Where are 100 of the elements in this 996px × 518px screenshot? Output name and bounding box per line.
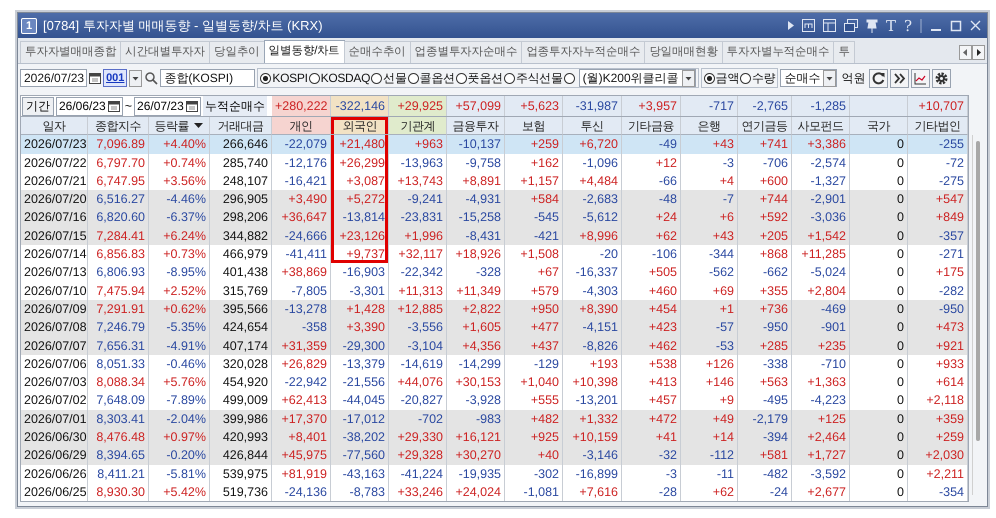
caret-icon[interactable] — [129, 70, 142, 86]
settings-icon[interactable] — [932, 68, 952, 88]
date-field[interactable]: 26/06/23 — [56, 96, 123, 116]
column-header[interactable]: 기타금융 — [622, 117, 681, 136]
table-row[interactable]: 2026/07/10 7,475.94 +2.52% 315,769 -7,805 -3,301 +11,313 +11,349 +579 -4,303 +460 +69 +355 +2,804 0 -282 — [21, 282, 968, 300]
date-field[interactable]: 26/07/23 — [134, 96, 201, 116]
toolbar-glyph-button[interactable]: ? — [904, 16, 912, 34]
total-value: -322,146 — [331, 96, 389, 116]
table-row[interactable]: 2026/07/15 7,284.41 +6.24% 344,882 -24,666 +23,126 +1,996 -8,431 -421 +8,996 +62 +43 +205 +1,542 0 -357 — [21, 226, 968, 246]
tab[interactable]: 투자자별누적순매수 — [722, 41, 834, 63]
table-cell: 8,930.30 — [88, 482, 149, 502]
table-row[interactable]: 2026/06/29 8,394.65 -0.20% 426,844 +45,975 -77,560 +29,328 +30,270 +40 -3,146 -32 -112 +581 +1,727 0 +2,030 — [21, 446, 968, 465]
scroll-left-icon[interactable] — [959, 45, 972, 60]
play-icon[interactable] — [788, 21, 794, 30]
column-header[interactable]: 일자 — [21, 117, 88, 136]
total-value: -31,987 — [563, 96, 622, 116]
column-header[interactable]: 개인 — [272, 117, 331, 136]
total-value: +29,925 — [389, 96, 447, 116]
column-header[interactable]: 등락률 — [149, 117, 210, 136]
column-header[interactable]: 거래대금 — [210, 117, 272, 136]
radio-button[interactable] — [504, 72, 515, 84]
table-row[interactable]: 2026/07/03 8,088.34 +5.76% 454,920 -22,942 -21,556 +44,076 +30,153 +1,040 +10,398 +413 +146 +563 +1,363 0 +614 — [21, 373, 968, 392]
tab[interactable]: 당일매매현황 — [644, 41, 723, 63]
window-icon[interactable] — [844, 19, 858, 32]
search-icon[interactable] — [144, 71, 158, 85]
table-row[interactable]: 2026/07/22 6,797.70 +0.74% 285,740 -12,176 +26,299 -13,963 -9,758 +162 -1,096 +12 -3 -706 -2,574 0 -72 — [21, 154, 968, 172]
tab[interactable]: 시간대별투자자 — [120, 41, 210, 63]
table-row[interactable]: 2026/07/14 6,856.83 +0.73% 466,979 -41,411 +9,737 +32,117 +18,926 +1,508 -20 -106 -344 +868 +11,285 0 -271 — [21, 245, 968, 264]
refresh-icon[interactable] — [869, 68, 888, 88]
caret-icon[interactable] — [823, 70, 836, 86]
date-field[interactable]: 2026/07/23 — [20, 69, 88, 87]
tab[interactable]: 업종별투자자순매수 — [410, 41, 522, 63]
radio-label: 콜옵션 — [420, 70, 455, 86]
dropdown[interactable]: 순매수 — [780, 69, 838, 87]
radio-button[interactable] — [308, 72, 320, 84]
total-value: -1,285 — [792, 96, 850, 116]
code-button[interactable]: 001 — [103, 69, 128, 87]
radio-button[interactable] — [371, 72, 382, 84]
chart-icon[interactable] — [911, 68, 930, 88]
table-row[interactable]: 2026/06/25 8,930.30 +5.42% 519,736 -24,136 -8,783 +33,246 +24,024 -1,081 +7,616 -28 +62 -24 +2,677 0 -354 — [21, 482, 968, 502]
table-row[interactable]: 2026/07/06 8,051.33 -0.46% 320,028 +26,829 -13,379 -14,619 -14,299 -129 +193 +538 +126 -338 -710 0 +933 — [21, 354, 968, 374]
calendar-icon[interactable] — [186, 100, 198, 112]
table-row[interactable]: 2026/07/13 6,806.93 -8.95% 401,438 +38,869 -16,903 -22,342 -328 +67 -16,337 +505 -562 -662 -5,024 0 +175 — [21, 263, 968, 282]
maximize-icon[interactable] — [950, 20, 962, 32]
column-header[interactable]: 보험 — [505, 117, 563, 136]
table-row[interactable]: 2026/06/30 8,476.48 +0.97% 420,993 +8,401 -38,202 +29,330 +16,121 +925 +10,159 +41 +14 -394 +2,464 0 +259 — [21, 428, 968, 446]
table-row[interactable]: 2026/07/08 7,246.79 -5.35% 424,654 -358 +3,390 -3,556 +1,605 +477 -4,151 +423 -57 -950 -901 0 +473 — [21, 318, 968, 337]
column-header[interactable]: 금융투자 — [447, 117, 505, 136]
pin-icon[interactable] — [866, 18, 878, 32]
table-row[interactable]: 2026/07/20 6,516.27 -4.46% 296,905 +3,490 +5,272 -9,241 -4,931 +584 -2,683 -48 -7 +744 -2,901 0 +547 — [21, 190, 968, 208]
column-header[interactable]: 투신 — [563, 117, 622, 136]
column-header[interactable]: 국가 — [850, 117, 908, 136]
toolbar-glyph-button[interactable]: T — [886, 16, 896, 34]
memo-icon[interactable] — [802, 19, 815, 32]
table-cell: +33,246 — [389, 482, 447, 502]
market-field[interactable]: 종합(KOSPI) — [160, 69, 256, 87]
radio-button[interactable] — [408, 72, 419, 84]
column-header[interactable]: 연기금등 — [738, 117, 792, 136]
table-row[interactable]: 2026/07/09 7,291.91 +0.62% 395,566 -13,278 +1,428 +12,885 +2,822 +950 +8,390 +454 +1 +736 -469 0 -950 — [21, 300, 968, 318]
window-number-badge: 1 — [21, 18, 37, 34]
radio-label: 금액 — [716, 70, 740, 86]
dropdown-value: 순매수 — [784, 70, 820, 86]
column-header[interactable]: 은행 — [681, 117, 738, 136]
dropdown[interactable]: (월)K200위클리콜 — [578, 69, 696, 87]
tab[interactable]: 당일추이 — [209, 41, 265, 63]
table-row[interactable]: 2026/07/01 8,303.41 -2.04% 399,986 +17,370 -17,012 -702 -983 +482 +1,332 +472 +49 -2,179 +125 0 +359 — [21, 410, 968, 428]
radio-button[interactable] — [564, 72, 575, 84]
tab[interactable]: 순매수추이 — [344, 41, 411, 63]
radio-label: 주식선물 — [516, 70, 563, 86]
table-row[interactable]: 2026/07/16 6,820.60 -6.37% 298,206 +36,647 -13,814 -23,831 -15,258 -545 -5,612 +24 +6 +592 -3,036 0 +849 — [21, 208, 968, 227]
column-header[interactable]: 기관계 — [389, 117, 447, 136]
double-chevron-icon[interactable] — [890, 68, 910, 88]
scrollbar-thumb[interactable] — [976, 141, 980, 441]
close-icon[interactable] — [970, 20, 981, 31]
radio-button[interactable] — [704, 72, 715, 84]
table-row[interactable]: 2026/07/21 6,747.95 +3.56% 248,107 -16,421 +3,087 +13,743 +8,891 +1,157 +4,484 -66 +4 +600 -1,327 0 -275 — [21, 172, 968, 190]
table-row[interactable]: 2026/07/23 7,096.89 +4.40% 266,646 -22,079 +21,480 +963 -10,137 +259 +6,720 -49 +43 +741 +3,386 0 -255 — [21, 135, 968, 154]
table-cell: -1,081 — [505, 482, 563, 502]
table-row[interactable]: 2026/07/02 7,648.09 -7.89% 499,009 +62,413 -44,045 -20,827 -3,928 +555 -13,201 +457 +9 -495 -4,223 0 +2,118 — [21, 391, 968, 410]
radio-button[interactable] — [260, 72, 272, 84]
column-header[interactable]: 사모펀드 — [792, 117, 850, 136]
radio-label: 풋옵션 — [468, 70, 503, 86]
layout-icon[interactable] — [822, 19, 836, 32]
tab[interactable]: 투자자별매매종합 — [20, 41, 122, 63]
radio-button[interactable] — [456, 72, 467, 84]
unit-label: 억원 — [840, 70, 866, 86]
scroll-right-icon[interactable] — [972, 45, 985, 60]
calendar-icon[interactable] — [89, 72, 102, 84]
total-value: -717 — [681, 96, 738, 116]
column-header[interactable]: 기타법인 — [908, 117, 968, 136]
column-header[interactable]: 종합지수 — [88, 117, 149, 136]
tab[interactable]: 투 — [833, 41, 855, 63]
table-row[interactable]: 2026/07/07 7,656.31 -4.91% 407,174 +31,359 -29,300 -3,104 +4,356 +437 -8,826 +462 -53 +285 +235 0 +921 — [21, 336, 968, 355]
tab[interactable]: 일별동향/차트 — [264, 40, 345, 63]
radio-button[interactable] — [740, 72, 752, 84]
calendar-icon[interactable] — [108, 100, 120, 112]
tab[interactable]: 업종투자자누적순매수 — [521, 41, 646, 63]
column-header[interactable]: 외국인 — [331, 117, 389, 136]
caret-icon[interactable] — [682, 70, 695, 86]
table-row[interactable]: 2026/06/26 8,411.21 -5.81% 539,975 +81,919 -43,163 -41,224 -19,935 -302 -16,899 -3 -11 -482 -3,592 0 +2,211 — [21, 464, 968, 483]
